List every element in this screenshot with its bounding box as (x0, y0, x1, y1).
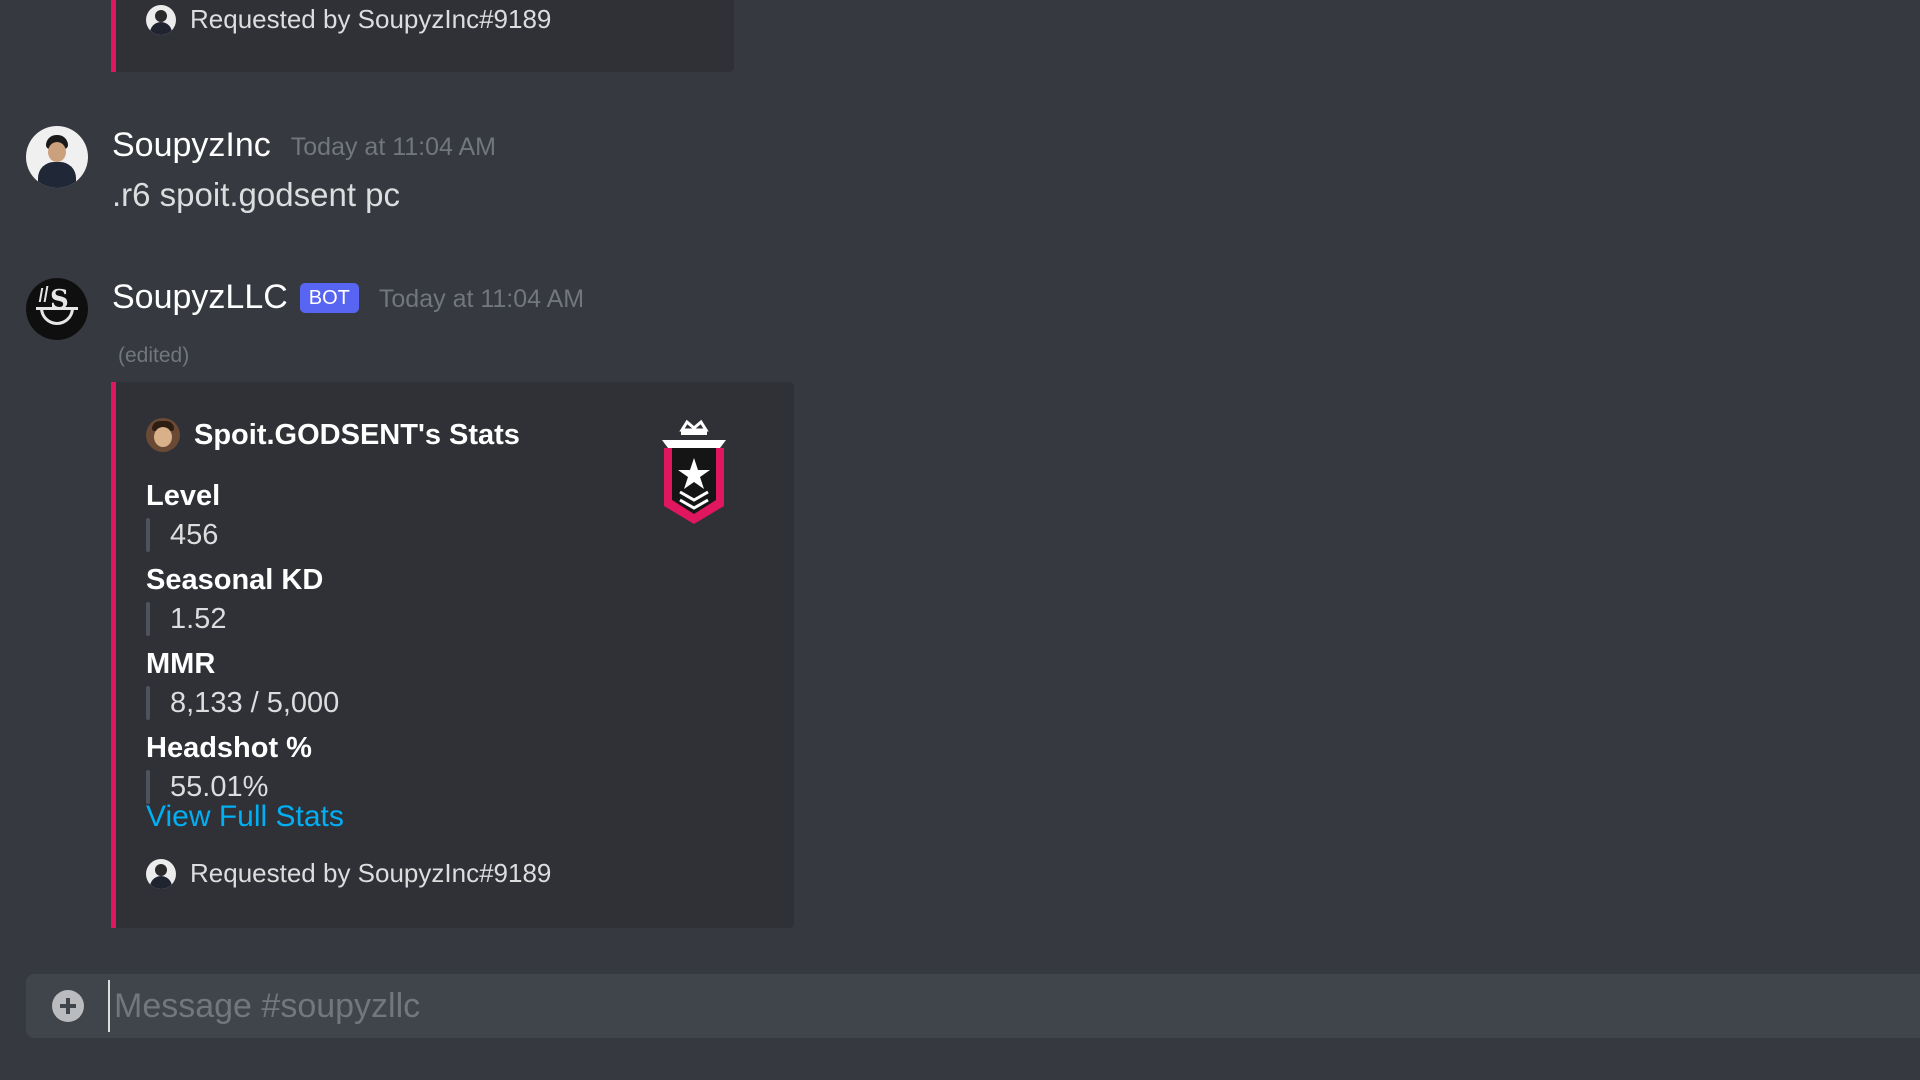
field-value: 1.52 (170, 602, 227, 635)
username[interactable]: SoupyzInc (112, 126, 271, 165)
field-mmr: MMR 8,133 / 5,000 (146, 645, 626, 723)
footer-text: Requested by SoupyzInc#9189 (190, 4, 552, 34)
footer-avatar-icon (146, 4, 176, 35)
message-content: .r6 spoit.godsent pc (112, 176, 401, 213)
embed-author: Spoit.GODSENT's Stats (146, 418, 520, 452)
field-value: 8,133 / 5,000 (170, 686, 340, 719)
embed-footer: Requested by SoupyzInc#9189 (146, 4, 551, 35)
message-input-bar (26, 974, 1920, 1038)
message-input[interactable] (108, 980, 1920, 1032)
field-value-row: 1.52 (146, 599, 626, 639)
embed-author-name: Spoit.GODSENT's Stats (194, 418, 520, 451)
bot-tag: BOT (299, 282, 359, 313)
rank-champion-badge-icon[interactable] (656, 418, 732, 528)
field-value: 456 (170, 518, 219, 551)
username[interactable]: SoupyzLLC (112, 278, 288, 317)
field-value-row: 8,133 / 5,000 (146, 683, 626, 723)
field-value-row: 456 (146, 515, 626, 555)
stats-embed: Spoit.GODSENT's Stats Level 456 Seasonal… (111, 382, 794, 928)
field-name: Seasonal KD (146, 564, 324, 596)
user-avatar-icon[interactable] (26, 126, 88, 188)
embed-fields: Level 456 Seasonal KD 1.52 MMR 8,133 / 5… (146, 477, 626, 813)
footer-avatar-icon (146, 858, 176, 889)
soup-bowl-avatar-icon[interactable]: S (26, 278, 88, 340)
message-header: SoupyzInc Today at 11:04 AM (112, 126, 496, 165)
field-value: 55.01% (170, 770, 269, 803)
field-level: Level 456 (146, 477, 626, 555)
quote-bar (146, 602, 150, 636)
embed-footer: Requested by SoupyzInc#9189 (146, 858, 551, 889)
field-name: MMR (146, 648, 216, 680)
player-avatar-icon (146, 418, 180, 452)
quote-bar (146, 518, 150, 552)
plus-circle-icon[interactable] (52, 990, 84, 1022)
view-full-stats-link[interactable]: View Full Stats (146, 800, 344, 834)
previous-embed: Requested by SoupyzInc#9189 (111, 0, 734, 72)
field-headshot: Headshot % 55.01% (146, 729, 626, 807)
field-name: Headshot % (146, 732, 312, 764)
chat-window: Requested by SoupyzInc#9189 SoupyzInc To… (0, 0, 1920, 1080)
field-seasonal-kd: Seasonal KD 1.52 (146, 561, 626, 639)
timestamp: Today at 11:04 AM (378, 285, 585, 313)
timestamp: Today at 11:04 AM (290, 133, 496, 161)
quote-bar (146, 770, 150, 804)
footer-text: Requested by SoupyzInc#9189 (190, 858, 552, 888)
message-header: SoupyzLLC BOT Today at 11:04 AM (112, 278, 584, 317)
field-name: Level (146, 480, 221, 512)
edited-label: (edited) (118, 344, 190, 367)
quote-bar (146, 686, 150, 720)
